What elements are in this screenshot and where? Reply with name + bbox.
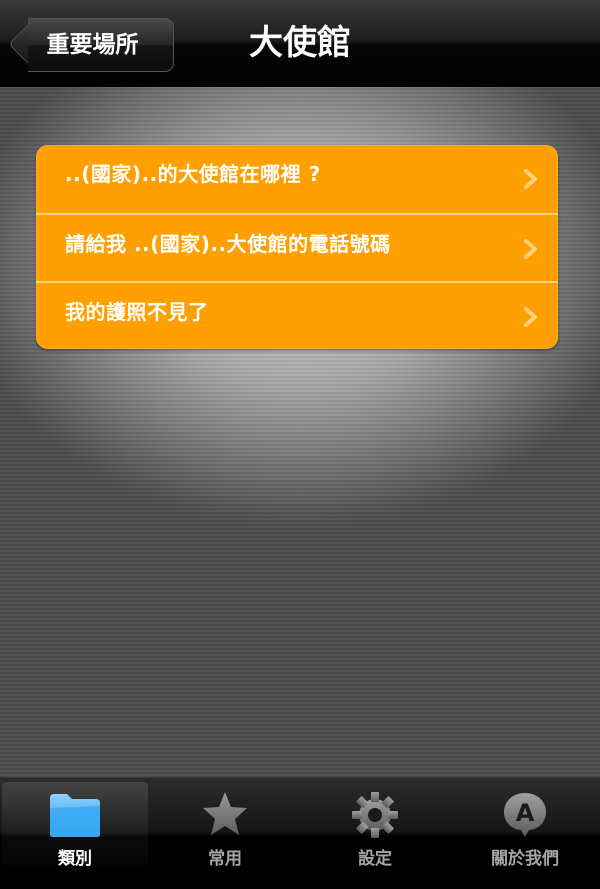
- chevron-right-icon: [524, 239, 537, 259]
- star-icon: [203, 792, 247, 835]
- chevron-right-icon: [524, 169, 537, 189]
- tab-label: 常用: [208, 849, 242, 869]
- tab-settings[interactable]: 設定: [302, 782, 448, 869]
- menu-item-lost-passport[interactable]: 我的護照不見了: [36, 281, 558, 349]
- tab-favorites[interactable]: 常用: [152, 782, 298, 869]
- back-button-label: 重要場所: [46, 32, 139, 58]
- menu-list: ..(國家)..的大使館在哪裡 ? 請給我 ..(國家)..大使館的電話號碼 我…: [36, 145, 558, 349]
- back-button[interactable]: 重要場所: [28, 18, 174, 72]
- about-icon: A: [504, 793, 546, 837]
- menu-item-embassy-phone[interactable]: 請給我 ..(國家)..大使館的電話號碼: [36, 213, 558, 281]
- navigation-bar: 重要場所 大使館: [0, 0, 600, 87]
- app-screen: 重要場所 大使館 ..(國家)..的大使館在哪裡 ? 請給我 ..(國家)..大…: [0, 0, 600, 889]
- tab-about-us[interactable]: A 關於我們: [452, 782, 598, 869]
- main-content: ..(國家)..的大使館在哪裡 ? 請給我 ..(國家)..大使館的電話號碼 我…: [0, 87, 600, 777]
- tab-label: 設定: [358, 849, 392, 869]
- menu-item-label: 我的護照不見了: [65, 300, 209, 324]
- gear-icon: [352, 792, 398, 838]
- chevron-right-icon: [524, 307, 537, 327]
- menu-item-label: 請給我 ..(國家)..大使館的電話號碼: [65, 232, 391, 256]
- tab-label: 類別: [58, 849, 92, 869]
- back-arrow-icon: [8, 18, 28, 72]
- tab-categories[interactable]: 類別: [2, 782, 148, 869]
- menu-item-embassy-location[interactable]: ..(國家)..的大使館在哪裡 ?: [36, 145, 558, 213]
- svg-text:A: A: [516, 799, 535, 827]
- menu-item-label: ..(國家)..的大使館在哪裡 ?: [65, 162, 321, 186]
- tab-bar: 類別 常用 設定 A 關於我們: [0, 777, 600, 889]
- tab-label: 關於我們: [491, 849, 559, 869]
- folder-icon: [50, 794, 100, 837]
